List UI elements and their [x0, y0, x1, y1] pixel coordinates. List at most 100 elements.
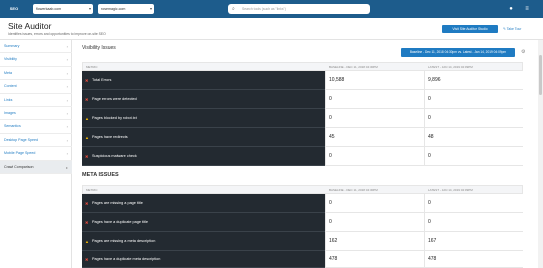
- chevron-right-icon: ›: [66, 151, 68, 157]
- chevron-right-icon: ›: [66, 137, 68, 143]
- baseline-value: 0: [325, 90, 424, 109]
- error-icon: ✖: [85, 154, 89, 159]
- sidebar-item-meta[interactable]: Meta ›: [0, 67, 72, 81]
- baseline-value: 478: [325, 251, 424, 268]
- baseline-value: 0: [325, 109, 424, 128]
- chevron-down-icon: ▾: [88, 6, 91, 11]
- take-tour-label: Take Tour: [506, 27, 522, 31]
- meta-section-title: META ISSUES: [82, 172, 119, 178]
- error-icon: ✖: [85, 97, 89, 102]
- sidebar-item-crawl-comparison[interactable]: Crawl Comparison ▸: [0, 160, 72, 174]
- table-row[interactable]: ✖ Suspicious malware check 0 0: [82, 147, 523, 166]
- page-title: Site Auditor: [8, 21, 52, 31]
- chevron-down-icon: ▾: [149, 6, 152, 11]
- latest-value: 0: [424, 147, 523, 166]
- domain-select[interactable]: flowerkaab.com ▾: [33, 4, 93, 14]
- chevron-right-icon: ›: [66, 44, 68, 49]
- chevron-right-icon: ›: [66, 57, 68, 63]
- latest-value: 48: [424, 128, 523, 147]
- table-row[interactable]: ✖ Pages have a duplicate meta description…: [82, 251, 523, 268]
- metric-cell: ✖ Pages are missing a page title: [82, 194, 325, 213]
- metric-cell: ▲ Pages have redirects: [82, 128, 325, 147]
- sidebar: Summary › Visibility › Meta › Content › Link…: [0, 40, 72, 268]
- latest-value: 478: [424, 251, 523, 268]
- sidebar-item-mobile-page-speed[interactable]: Mobile Page Speed ›: [0, 147, 72, 161]
- baseline-value: 0: [325, 213, 424, 232]
- metric-cell: ✖ Page errors were detected: [82, 90, 325, 109]
- sidebar-item-links[interactable]: Links ›: [0, 94, 72, 107]
- metric-column-header: METRIC: [86, 188, 98, 192]
- metric-cell: ✖ Pages have a duplicate meta description: [82, 251, 325, 268]
- table-row[interactable]: ✖ Total Errors 10,588 9,896: [82, 71, 523, 90]
- baseline-value: 162: [325, 232, 424, 251]
- metric-name: Total Errors: [92, 78, 112, 82]
- metric-name: Pages have redirects: [92, 135, 128, 139]
- latest-value: 167: [424, 232, 523, 251]
- sidebar-item-label: Images: [4, 111, 16, 115]
- take-tour-link[interactable]: ✎ Take Tour: [503, 25, 521, 33]
- metric-name: Pages are missing a meta description: [92, 239, 156, 243]
- scrollbar-thumb[interactable]: [539, 55, 542, 95]
- page-header: Site Auditor Identifies issues, errors a…: [0, 18, 543, 40]
- latest-value: 0: [424, 194, 523, 213]
- gear-icon[interactable]: ⚙: [521, 48, 525, 57]
- metric-name: Pages blocked by robot.txt: [92, 116, 137, 120]
- sidebar-item-label: Crawl Comparison: [4, 164, 34, 169]
- sidebar-item-label: Semantics: [4, 124, 21, 129]
- baseline-value: 10,588: [325, 71, 424, 90]
- date-range-button[interactable]: Baseline - Dec 11, 2018 04:30pm vs. Late…: [401, 48, 515, 57]
- sidebar-item-label: Summary: [4, 44, 20, 48]
- error-icon: ✖: [85, 257, 89, 262]
- metric-name: Pages have a duplicate page title: [92, 220, 148, 224]
- metric-name: Pages are missing a page title: [92, 201, 143, 205]
- domain-select-value: flowerkaab.com: [36, 7, 62, 11]
- sidebar-item-label: Visibility: [4, 57, 17, 62]
- table-row[interactable]: ✖ Pages are missing a page title 0 0: [82, 194, 523, 213]
- sidebar-item-content[interactable]: Content ›: [0, 80, 72, 94]
- visit-studio-button[interactable]: Visit Site Auditor Studio: [442, 25, 498, 33]
- table-row[interactable]: ▲ Pages blocked by robot.txt 0 0: [82, 109, 523, 128]
- table-row[interactable]: ▲ Pages have redirects 45 48: [82, 128, 523, 147]
- sidebar-item-visibility[interactable]: Visibility ›: [0, 53, 72, 67]
- baseline-value: 0: [325, 194, 424, 213]
- chevron-right-icon: ▸: [65, 164, 68, 170]
- sidebar-item-summary[interactable]: Summary ›: [0, 40, 72, 54]
- sidebar-item-images[interactable]: Images ›: [0, 107, 72, 121]
- metric-cell: ▲ Pages are missing a meta description: [82, 232, 325, 251]
- latest-value: 9,896: [424, 71, 523, 90]
- sidebar-item-label: Desktop Page Speed: [4, 137, 38, 142]
- warning-icon: ▲: [85, 239, 89, 244]
- metric-cell: ▲ Pages blocked by robot.txt: [82, 109, 325, 128]
- latest-value: 0: [424, 90, 523, 109]
- baseline-value: 0: [325, 147, 424, 166]
- sidebar-item-desktop-page-speed[interactable]: Desktop Page Speed ›: [0, 134, 72, 148]
- metric-name: Pages have a duplicate meta description: [92, 257, 161, 261]
- chevron-right-icon: ›: [66, 84, 68, 90]
- top-bar: SEO flowerkaab.com ▾ rosemagic.com ▾ ⌕ S…: [0, 0, 543, 18]
- meta-table-header: METRIC BASELINE - DEC 11, 2018 04:30PM L…: [82, 185, 523, 194]
- visibility-table-header: METRIC BASELINE - DEC 11, 2018 04:30PM L…: [82, 62, 523, 71]
- menu-icon[interactable]: ≡: [522, 4, 532, 14]
- error-icon: ✖: [85, 220, 89, 225]
- user-icon[interactable]: ●: [506, 4, 516, 14]
- search-input[interactable]: ⌕ Search tools (such as "links"): [228, 4, 370, 14]
- table-row[interactable]: ✖ Page errors were detected 0 0: [82, 90, 523, 109]
- sidebar-item-semantics[interactable]: Semantics ›: [0, 120, 72, 134]
- baseline-column-header: BASELINE - DEC 11, 2018 04:30PM: [329, 65, 378, 69]
- search-placeholder: Search tools (such as "links"): [242, 7, 286, 11]
- latest-column-header: LATEST - JAN 14, 2019 04:09PM: [428, 65, 473, 69]
- competitor-select[interactable]: rosemagic.com ▾: [98, 4, 154, 14]
- chevron-right-icon: ›: [66, 124, 68, 130]
- table-row[interactable]: ▲ Pages are missing a meta description 16…: [82, 232, 523, 251]
- chevron-right-icon: ›: [66, 111, 68, 116]
- error-icon: ✖: [85, 201, 89, 206]
- app-logo[interactable]: SEO: [6, 3, 22, 15]
- metric-column-header: METRIC: [86, 65, 98, 69]
- metric-cell: ✖ Total Errors: [82, 71, 325, 90]
- search-icon: ⌕: [232, 6, 235, 12]
- sidebar-item-label: Content: [4, 84, 17, 89]
- warning-icon: ▲: [85, 135, 89, 140]
- visibility-section-title: Visibility Issues: [82, 45, 116, 51]
- baseline-value: 45: [325, 128, 424, 147]
- table-row[interactable]: ✖ Pages have a duplicate page title 0 0: [82, 213, 523, 232]
